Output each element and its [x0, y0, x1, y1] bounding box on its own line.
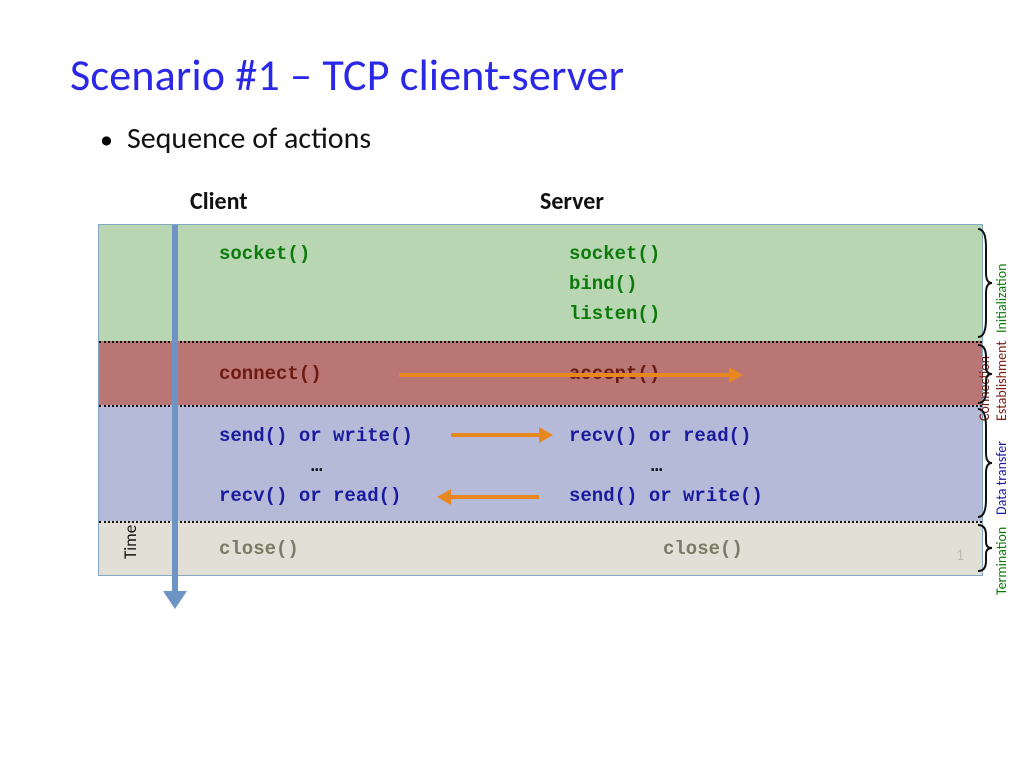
establish-band: connect() accept() — [99, 341, 982, 405]
term-client-col: close() — [99, 523, 569, 575]
data-client-col: send() or write() … recv() or read() — [99, 407, 569, 521]
arrow-send-to-recv — [451, 433, 539, 437]
term-server-col: close() — [569, 523, 982, 575]
bullet-marker: • — [100, 126, 113, 152]
phase-data-label: Data transfer — [993, 419, 1010, 515]
ellipsis-client: … — [219, 451, 569, 481]
call-close-client: close() — [219, 538, 299, 560]
init-client-col: socket() — [99, 225, 569, 341]
init-server-col: socket() bind() listen() — [569, 225, 982, 341]
call-recv-server: recv() or read() — [569, 421, 982, 451]
time-label: Time — [120, 525, 141, 559]
init-band: socket() socket() bind() listen() — [99, 225, 982, 341]
data-band: send() or write() … recv() or read() rec… — [99, 405, 982, 521]
call-send-server: send() or write() — [569, 481, 982, 511]
server-header: Server — [540, 187, 604, 216]
bullet-text: Sequence of actions — [127, 120, 371, 157]
call-listen: listen() — [569, 299, 982, 329]
call-bind: bind() — [569, 269, 982, 299]
arrow-connect-to-accept — [399, 373, 729, 377]
call-socket-client: socket() — [219, 239, 569, 269]
sequence-diagram: socket() socket() bind() listen() connec… — [98, 224, 983, 576]
phase-init-label: Initialization — [993, 237, 1010, 333]
ellipsis-server: … — [569, 451, 982, 481]
call-socket-server: socket() — [569, 239, 982, 269]
phase-est-label: Connection Establishment — [976, 325, 1010, 421]
call-connect: connect() — [219, 363, 322, 385]
term-band: close() close() — [99, 521, 982, 575]
call-close-server: close() — [663, 538, 743, 560]
arrow-recv-from-send — [451, 495, 539, 499]
slide-number: 1 — [956, 546, 964, 565]
slide-title: Scenario #1 – TCP client-server — [70, 48, 964, 102]
client-header: Client — [70, 187, 540, 216]
data-server-col: recv() or read() … send() or write() — [569, 407, 982, 521]
bullet-item: • Sequence of actions — [70, 120, 964, 157]
phase-term-label: Termination — [993, 515, 1010, 595]
column-headers: Client Server — [70, 187, 964, 224]
